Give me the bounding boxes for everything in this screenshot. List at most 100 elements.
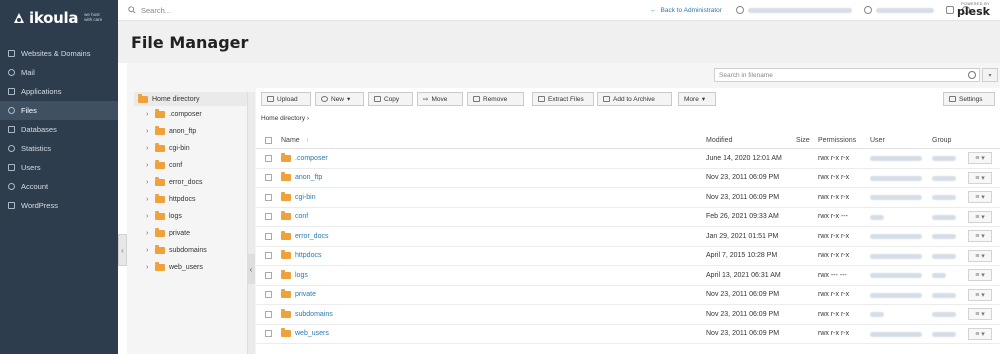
search-icon[interactable] bbox=[968, 71, 976, 79]
chevron-right-icon[interactable]: › bbox=[146, 213, 151, 220]
chevron-right-icon[interactable]: › bbox=[146, 128, 151, 135]
row-actions-menu-button[interactable]: ≡ ▾ bbox=[968, 191, 992, 204]
row-checkbox[interactable] bbox=[265, 330, 272, 338]
table-row[interactable]: .composer June 14, 2020 12:01 AM rwx r-x r… bbox=[256, 149, 1000, 169]
file-name-link[interactable]: conf bbox=[295, 213, 308, 220]
add-to-archive-button[interactable]: Add to Archive bbox=[597, 92, 672, 106]
nav-item-databases[interactable]: Databases bbox=[0, 120, 118, 139]
tree-item[interactable]: › anon_ftp bbox=[134, 123, 248, 140]
sidebar-collapse-button[interactable]: ‹ bbox=[118, 234, 127, 266]
column-name[interactable]: Name ↑ bbox=[281, 137, 309, 144]
table-row[interactable]: anon_ftp Nov 23, 2011 06:09 PM rwx r-x r-x… bbox=[256, 169, 1000, 188]
extract-files-button[interactable]: Extract Files bbox=[532, 92, 594, 106]
tree-item[interactable]: › subdomains bbox=[134, 242, 248, 259]
row-checkbox[interactable] bbox=[265, 291, 272, 299]
row-checkbox[interactable] bbox=[265, 174, 272, 182]
remove-button[interactable]: Remove bbox=[467, 92, 524, 106]
nav-item-wordpress[interactable]: WordPress bbox=[0, 196, 118, 215]
permissions-cell[interactable]: rwx r-x r-x bbox=[818, 194, 849, 201]
file-name-link[interactable]: error_docs bbox=[295, 233, 328, 240]
nav-item-statistics[interactable]: Statistics bbox=[0, 139, 118, 158]
subscription-name[interactable] bbox=[875, 7, 934, 13]
nav-item-applications[interactable]: Applications bbox=[0, 82, 118, 101]
row-checkbox[interactable] bbox=[265, 193, 272, 201]
row-checkbox[interactable] bbox=[265, 271, 272, 279]
row-actions-menu-button[interactable]: ≡ ▾ bbox=[968, 171, 992, 184]
permissions-cell[interactable]: rwx --- --- bbox=[818, 272, 847, 279]
row-actions-menu-button[interactable]: ≡ ▾ bbox=[968, 230, 992, 243]
tree-item[interactable]: › error_docs bbox=[134, 174, 248, 191]
row-checkbox[interactable] bbox=[265, 154, 272, 162]
permissions-cell[interactable]: rwx r-x r-x bbox=[818, 252, 849, 259]
select-all-checkbox[interactable] bbox=[265, 137, 272, 144]
account-name[interactable] bbox=[747, 7, 852, 13]
tree-item[interactable]: › web_users bbox=[134, 259, 248, 276]
chevron-right-icon[interactable]: › bbox=[146, 196, 151, 203]
tree-root-home[interactable]: Home directory bbox=[134, 92, 248, 106]
new-button[interactable]: New ▾ bbox=[315, 92, 364, 106]
file-name-link[interactable]: private bbox=[295, 291, 316, 298]
tree-item[interactable]: › .composer bbox=[134, 106, 248, 123]
column-size[interactable]: Size bbox=[796, 137, 810, 144]
nav-item-account[interactable]: Account bbox=[0, 177, 118, 196]
breadcrumb-home[interactable]: Home directory bbox=[261, 115, 305, 122]
permissions-cell[interactable]: rwx r-x r-x bbox=[818, 174, 849, 181]
row-checkbox[interactable] bbox=[265, 310, 272, 318]
copy-button[interactable]: Copy bbox=[368, 92, 413, 106]
move-button[interactable]: ⇨ Move bbox=[417, 92, 463, 106]
table-row[interactable]: logs April 13, 2021 06:31 AM rwx --- --- ≡ … bbox=[256, 266, 1000, 286]
table-row[interactable]: error_docs Jan 29, 2021 01:51 PM rwx r-x r… bbox=[256, 227, 1000, 247]
back-to-admin-link[interactable]: ← Back to Administrator bbox=[650, 7, 722, 14]
filename-search-input[interactable]: Search in filename bbox=[714, 68, 980, 82]
table-row[interactable]: conf Feb 26, 2021 09:33 AM rwx r-x --- ≡ ▾ bbox=[256, 208, 1000, 227]
panel-splitter[interactable] bbox=[247, 92, 255, 354]
table-row[interactable]: httpdocs April 7, 2015 10:28 PM rwx r-x r-… bbox=[256, 247, 1000, 266]
tree-item[interactable]: › logs bbox=[134, 208, 248, 225]
nav-item-files[interactable]: Files bbox=[0, 101, 118, 120]
file-name-link[interactable]: anon_ftp bbox=[295, 174, 322, 181]
chevron-right-icon[interactable]: › bbox=[146, 247, 151, 254]
chevron-right-icon[interactable]: › bbox=[146, 230, 151, 237]
table-row[interactable]: cgi-bin Nov 23, 2011 06:09 PM rwx r-x r-x ≡… bbox=[256, 188, 1000, 208]
table-row[interactable]: private Nov 23, 2011 06:09 PM rwx r-x r-x ≡… bbox=[256, 286, 1000, 305]
chevron-right-icon[interactable]: › bbox=[146, 264, 151, 271]
permissions-cell[interactable]: rwx r-x --- bbox=[818, 213, 848, 220]
tree-item[interactable]: › conf bbox=[134, 157, 248, 174]
file-name-link[interactable]: logs bbox=[295, 272, 308, 279]
column-modified[interactable]: Modified bbox=[706, 137, 732, 144]
permissions-cell[interactable]: rwx r-x r-x bbox=[818, 155, 849, 162]
row-actions-menu-button[interactable]: ≡ ▾ bbox=[968, 152, 992, 165]
chevron-right-icon[interactable]: › bbox=[146, 162, 151, 169]
row-actions-menu-button[interactable]: ≡ ▾ bbox=[968, 308, 992, 321]
tree-item[interactable]: › cgi-bin bbox=[134, 140, 248, 157]
tree-item[interactable]: › httpdocs bbox=[134, 191, 248, 208]
permissions-cell[interactable]: rwx r-x r-x bbox=[818, 291, 849, 298]
file-name-link[interactable]: cgi-bin bbox=[295, 194, 316, 201]
permissions-cell[interactable]: rwx r-x r-x bbox=[818, 311, 849, 318]
chevron-right-icon[interactable]: › bbox=[146, 111, 151, 118]
table-row[interactable]: web_users Nov 23, 2011 06:09 PM rwx r-x r-… bbox=[256, 325, 1000, 344]
tree-collapse-button[interactable]: ‹ bbox=[247, 254, 255, 284]
upload-button[interactable]: Upload bbox=[261, 92, 311, 106]
file-name-link[interactable]: httpdocs bbox=[295, 252, 321, 259]
column-permissions[interactable]: Permissions bbox=[818, 137, 856, 144]
file-name-link[interactable]: subdomains bbox=[295, 311, 333, 318]
settings-button[interactable]: Settings bbox=[943, 92, 995, 106]
more-button[interactable]: More ▾ bbox=[678, 92, 716, 106]
permissions-cell[interactable]: rwx r-x r-x bbox=[818, 233, 849, 240]
row-actions-menu-button[interactable]: ≡ ▾ bbox=[968, 288, 992, 301]
chevron-right-icon[interactable]: › bbox=[146, 145, 151, 152]
row-actions-menu-button[interactable]: ≡ ▾ bbox=[968, 327, 992, 340]
column-group[interactable]: Group bbox=[932, 137, 951, 144]
nav-item-mail[interactable]: Mail bbox=[0, 63, 118, 82]
row-checkbox[interactable] bbox=[265, 232, 272, 240]
row-checkbox[interactable] bbox=[265, 252, 272, 260]
search-options-dropdown[interactable]: ▾ bbox=[982, 68, 998, 82]
file-name-link[interactable]: .composer bbox=[295, 155, 328, 162]
row-checkbox[interactable] bbox=[265, 213, 272, 221]
row-actions-menu-button[interactable]: ≡ ▾ bbox=[968, 210, 992, 223]
global-search[interactable]: Search... bbox=[118, 6, 638, 15]
brand-logo[interactable]: ikoula we host with care bbox=[0, 0, 118, 36]
breadcrumb[interactable]: Home directory › bbox=[261, 115, 309, 122]
nav-item-websites-domains[interactable]: Websites & Domains bbox=[0, 44, 118, 63]
